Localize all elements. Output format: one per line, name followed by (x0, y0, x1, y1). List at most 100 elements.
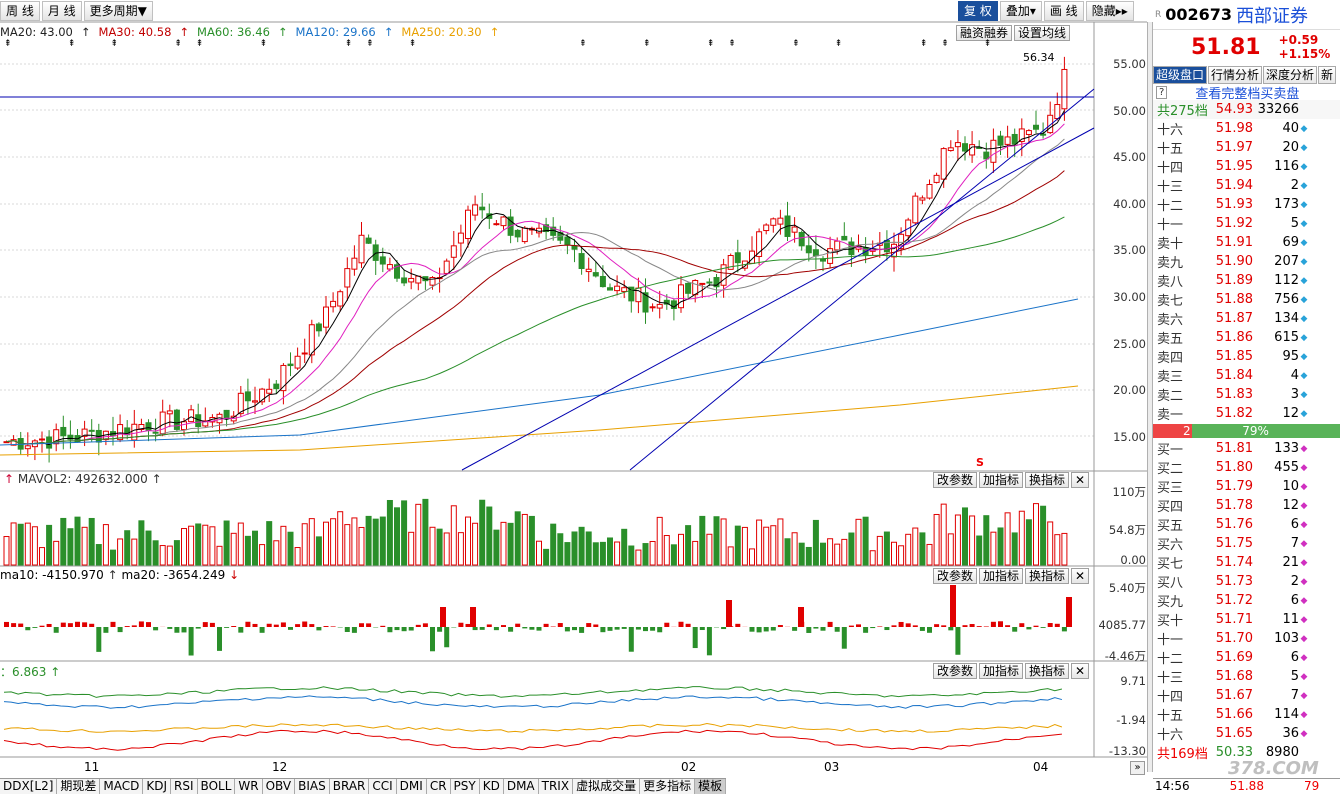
indicator-tab[interactable]: 模板 (695, 779, 727, 794)
candle-body (1054, 104, 1061, 120)
indicator-tab[interactable]: KD (479, 779, 504, 794)
order-level: 十三 (1157, 671, 1184, 686)
order-level: 卖二 (1157, 389, 1184, 404)
indicator-tab[interactable]: CR (426, 779, 451, 794)
order-row: 买六 51.75 7 ◆ (1153, 534, 1340, 553)
scroll-right-button[interactable]: » (1130, 761, 1145, 775)
order-volume: 2 (1290, 178, 1299, 193)
order-price: 51.72 (1215, 593, 1253, 608)
close-panel-button[interactable]: ✕ (1071, 472, 1090, 488)
close-panel-button[interactable]: ✕ (1071, 568, 1090, 584)
indicator-tab[interactable]: OBV (262, 779, 296, 794)
macd-bar (273, 624, 279, 627)
volume-bar (1011, 532, 1018, 566)
indicator-tab[interactable]: DMI (396, 779, 427, 794)
indicator-tab[interactable]: BRAR (329, 779, 370, 794)
add-indicator-button[interactable]: 加指标 (979, 663, 1024, 679)
order-row: 卖三 51.84 4 ◆ (1153, 366, 1340, 385)
change-param-button[interactable]: 改参数 (933, 568, 978, 584)
indicator-tab[interactable]: TRIX (538, 779, 574, 794)
volume-bar (635, 549, 642, 566)
add-indicator-button[interactable]: 加指标 (979, 568, 1024, 584)
volume-bar (422, 498, 429, 566)
switch-indicator-button[interactable]: 换指标 (1025, 568, 1070, 584)
kline-chart[interactable]: ⇞ ⇞ ⇞ ⇞ ⇞ ⇞ ⇞ ⇞ ⇞ ⇞ ⇞ ⇞ ⇞ ⇞ ⇞ ⇞ ⇞ ⇞ 56.34 S (0, 0, 1147, 778)
indicator-tab[interactable]: MACD (100, 779, 144, 794)
macd-bar (870, 627, 876, 629)
add-indicator-button[interactable]: 加指标 (979, 472, 1024, 488)
analysis-tab[interactable]: 行情分析 (1208, 66, 1263, 84)
order-level: 买三 (1157, 481, 1184, 496)
volume-bar (670, 544, 677, 566)
macd-bar (919, 627, 925, 631)
indicator-tab[interactable]: 期现差 (57, 779, 101, 794)
macd-bar (316, 627, 322, 631)
indicator-tab[interactable]: DMA (503, 779, 539, 794)
diamond-icon: ◆ (1300, 500, 1308, 511)
candle-body (39, 438, 45, 441)
macd-bar (224, 627, 230, 628)
order-price: 51.85 (1215, 349, 1253, 364)
order-volume: 455 (1274, 460, 1299, 475)
switch-indicator-button[interactable]: 换指标 (1025, 663, 1070, 679)
change-param-button[interactable]: 改参数 (933, 472, 978, 488)
volume-bar (294, 547, 301, 566)
order-price: 51.68 (1215, 669, 1253, 684)
analysis-tab[interactable]: 新 (1318, 66, 1337, 84)
indicator-tab[interactable]: CCI (369, 779, 397, 794)
candle-body (443, 260, 450, 274)
macd-bar (181, 627, 187, 633)
order-price: 51.78 (1215, 498, 1253, 513)
volume-bar (798, 542, 805, 566)
macd-bar (983, 626, 989, 627)
indicator-tab[interactable]: BOLL (197, 779, 236, 794)
volume-bar (599, 541, 606, 566)
analysis-tab[interactable]: 超级盘口 (1153, 66, 1208, 84)
order-price: 51.88 (1215, 292, 1253, 307)
price-axis-label: 15.00 (1113, 429, 1146, 444)
macd-bar (217, 627, 222, 651)
volume-bar (969, 515, 976, 566)
macd-bar (131, 625, 137, 627)
switch-indicator-button[interactable]: 换指标 (1025, 472, 1070, 488)
volume-bar (479, 499, 486, 566)
order-level: 十四 (1157, 690, 1184, 705)
event-marker: ⇞ (579, 39, 587, 49)
diamond-icon: ◆ (1300, 690, 1308, 701)
volume-bar (628, 545, 635, 566)
candle-body (919, 197, 926, 201)
indicator-tab[interactable]: DDX[L2] (0, 779, 58, 794)
indicator-tab[interactable]: WR (235, 779, 263, 794)
indicator-tab[interactable]: RSI (171, 779, 198, 794)
close-panel-button[interactable]: ✕ (1071, 663, 1090, 679)
diamond-icon: ◆ (1300, 332, 1308, 343)
change-param-button[interactable]: 改参数 (933, 663, 978, 679)
macd-bar (976, 626, 982, 627)
indicator-tab[interactable]: 虚拟成交量 (573, 779, 641, 794)
indicator-tab[interactable]: 更多指标 (640, 779, 696, 794)
macd-bar (621, 627, 627, 629)
full-depth-link[interactable]: ? 查看完整档买卖盘 (1153, 83, 1340, 102)
indicator-tab[interactable]: KDJ (143, 779, 172, 794)
order-price: 51.89 (1215, 273, 1253, 288)
volume-bar (252, 530, 258, 566)
volume-bar (10, 522, 17, 566)
indicator-tab[interactable]: PSY (450, 779, 480, 794)
candle-body (88, 429, 95, 432)
ma-line (6, 216, 1065, 445)
diamond-icon: ◆ (1300, 728, 1308, 739)
analysis-tab[interactable]: 深度分析 (1263, 66, 1318, 84)
diamond-icon: ◆ (1300, 180, 1308, 191)
volume-bar (954, 514, 961, 566)
macd-bar (323, 626, 329, 627)
order-row: 买二 51.80 455 ◆ (1153, 458, 1340, 477)
full-depth-text[interactable]: 查看完整档买卖盘 (1195, 83, 1299, 102)
macd-bar (486, 624, 492, 627)
volume-bar (827, 538, 834, 566)
diamond-icon: ◆ (1300, 199, 1308, 210)
order-row: 十五 51.66 114 ◆ (1153, 705, 1340, 724)
macd-bar (330, 626, 336, 627)
indicator-tab[interactable]: BIAS (295, 779, 330, 794)
order-volume: 20 (1282, 140, 1299, 155)
help-icon[interactable]: ? (1156, 85, 1168, 99)
